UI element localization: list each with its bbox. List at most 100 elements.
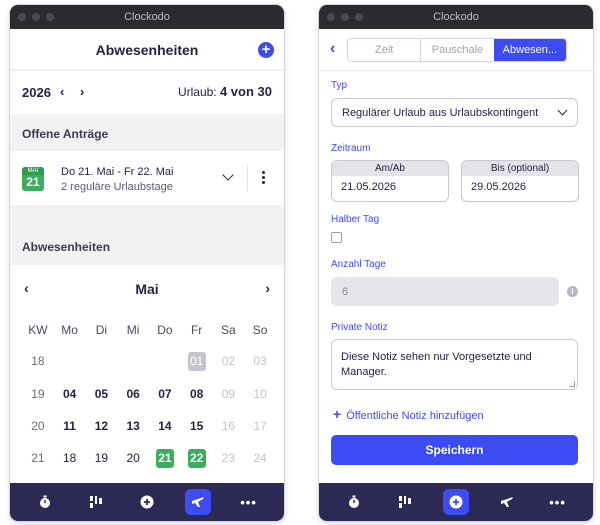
calendar-week: 20 11 12 13 14 15 16 17 — [22, 417, 276, 436]
type-label: Typ — [331, 80, 348, 91]
prev-year-icon[interactable]: ‹ — [60, 84, 64, 99]
type-select[interactable]: Regulärer Urlaub aus Urlaubskontingent — [331, 98, 578, 127]
airplane-icon — [500, 497, 513, 507]
minimize-dot[interactable] — [341, 13, 349, 21]
day-text: 21 — [155, 449, 174, 468]
day-text — [61, 352, 79, 371]
zoom-dot[interactable] — [46, 13, 54, 21]
calendar-day[interactable]: 11 — [54, 417, 86, 436]
close-dot[interactable] — [327, 13, 335, 21]
timeline-icon — [90, 496, 103, 508]
tab-stopwatch[interactable] — [32, 489, 58, 515]
info-icon[interactable]: i — [567, 286, 578, 297]
calendar-day[interactable]: 08 — [181, 385, 213, 404]
segment-time[interactable]: Zeit — [348, 39, 422, 61]
week-number: 20 — [22, 417, 54, 436]
weekday-label: Mi — [126, 323, 140, 337]
calendar-day[interactable]: 04 — [54, 385, 86, 404]
week-number: 19 — [22, 385, 54, 404]
calendar-day-weekend[interactable]: 23 — [213, 449, 245, 468]
tab-absences[interactable] — [184, 489, 211, 515]
calendar-day-vacation[interactable]: 22 — [181, 449, 213, 468]
day-text: 07 — [158, 387, 172, 401]
tab-add[interactable] — [134, 489, 160, 515]
calendar-day-weekend[interactable]: 16 — [213, 417, 245, 436]
calendar-day — [54, 352, 86, 371]
day-text — [124, 352, 142, 371]
request-detail: 2 reguläre Urlaubstage — [61, 181, 173, 193]
plus-icon: + — [261, 41, 271, 58]
calendar-day[interactable]: 05 — [86, 385, 118, 404]
tab-overview[interactable] — [392, 489, 418, 515]
timeline-icon — [399, 496, 412, 508]
from-date-field[interactable]: Am/Ab 21.05.2026 — [331, 160, 449, 202]
days-field: 6 — [331, 277, 559, 306]
days-label: Anzahl Tage — [331, 259, 386, 270]
tab-more[interactable]: ••• — [236, 489, 262, 515]
day-text: 19 — [94, 451, 109, 465]
weekday-label: So — [252, 323, 268, 337]
calendar-day-weekend[interactable]: 03 — [244, 352, 276, 371]
day-text — [156, 352, 174, 371]
calendar-day-weekend[interactable]: 02 — [213, 352, 245, 371]
week-number: 21 — [22, 449, 54, 468]
calendar-day[interactable]: 20 — [117, 449, 149, 468]
resize-handle-icon[interactable] — [569, 381, 575, 387]
save-button[interactable]: Speichern — [331, 435, 578, 465]
close-dot[interactable] — [18, 13, 26, 21]
days-value: 6 — [342, 286, 349, 298]
calendar-day[interactable]: 14 — [149, 417, 181, 436]
calendar-day-holiday[interactable]: 01 — [181, 352, 213, 371]
chevron-down-icon[interactable] — [222, 169, 234, 181]
calendar-day[interactable]: 06 — [117, 385, 149, 404]
absences-header: Abwesenheiten — [10, 205, 284, 265]
week-number: 18 — [22, 352, 54, 371]
request-item[interactable]: MAI 21 Do 21. Mai - Fr 22. Mai 2 regulär… — [10, 151, 284, 205]
more-vertical-icon[interactable] — [262, 171, 266, 184]
calendar-day-weekend[interactable]: 24 — [244, 449, 276, 468]
calendar-day-weekend[interactable]: 17 — [244, 417, 276, 436]
form-header: ‹ Zeit Pauschale Abwesen... — [319, 29, 593, 71]
calendar-day-vacation[interactable]: 21 — [149, 449, 181, 468]
plus-icon: + — [333, 406, 342, 422]
title-bar: Clockodo — [10, 5, 284, 29]
tab-absences[interactable] — [494, 489, 520, 515]
to-label: Bis (optional) — [462, 161, 578, 176]
calendar-day[interactable]: 12 — [86, 417, 118, 436]
from-label: Am/Ab — [332, 161, 448, 176]
calendar-day[interactable]: 15 — [181, 417, 213, 436]
zoom-dot[interactable] — [355, 13, 363, 21]
period-label: Zeitraum — [331, 143, 371, 154]
calendar-day-weekend[interactable]: 09 — [213, 385, 245, 404]
tab-stopwatch[interactable] — [341, 489, 367, 515]
type-value: Regulärer Urlaub aus Urlaubskontingent — [342, 107, 539, 119]
calendar-day[interactable]: 13 — [117, 417, 149, 436]
next-year-icon[interactable]: › — [80, 84, 84, 99]
tab-add[interactable] — [442, 489, 469, 515]
day-text: 09 — [221, 387, 236, 401]
private-note-textarea[interactable]: Diese Notiz sehen nur Vorgesetzte und Ma… — [331, 339, 578, 390]
plus-circle-icon — [449, 495, 463, 509]
next-month-icon[interactable]: › — [265, 280, 270, 296]
to-date-field[interactable]: Bis (optional) 29.05.2026 — [461, 160, 579, 202]
week-number-text: 20 — [31, 419, 45, 433]
from-value: 21.05.2026 — [341, 181, 397, 193]
add-button[interactable]: + — [258, 42, 274, 58]
minimize-dot[interactable] — [32, 13, 40, 21]
half-day-checkbox[interactable] — [331, 232, 342, 243]
tab-more[interactable]: ••• — [545, 489, 571, 515]
add-public-note-link[interactable]: + Öffentliche Notiz hinzufügen — [333, 406, 484, 422]
segmented-control: Zeit Pauschale Abwesen... — [347, 38, 567, 62]
calendar-day[interactable]: 18 — [54, 449, 86, 468]
segment-flat-rate[interactable]: Pauschale — [421, 39, 493, 61]
request-dates: Do 21. Mai - Fr 22. Mai — [61, 166, 174, 178]
tab-overview[interactable] — [83, 489, 109, 515]
stopwatch-icon — [349, 495, 360, 508]
calendar-day[interactable]: 07 — [149, 385, 181, 404]
weekday-label: Mo — [61, 323, 78, 337]
calendar-day[interactable]: 19 — [86, 449, 118, 468]
day-text: 14 — [158, 419, 172, 433]
segment-absence[interactable]: Abwesen... — [493, 39, 566, 61]
calendar-day-weekend[interactable]: 10 — [244, 385, 276, 404]
back-icon[interactable]: ‹ — [330, 40, 335, 58]
